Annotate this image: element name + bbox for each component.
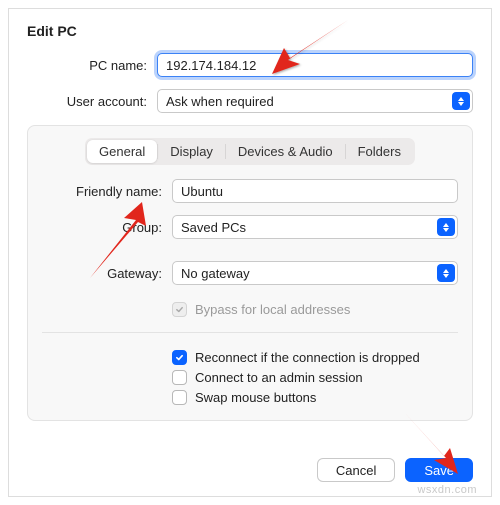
pc-name-label: PC name:	[27, 58, 157, 73]
gateway-select[interactable]: No gateway	[172, 261, 458, 285]
swap-label: Swap mouse buttons	[195, 390, 316, 405]
pc-name-input[interactable]	[157, 53, 473, 77]
gateway-label: Gateway:	[42, 266, 172, 281]
stepper-icon	[437, 218, 455, 236]
sheet-title: Edit PC	[27, 23, 473, 39]
admin-label: Connect to an admin session	[195, 370, 363, 385]
group-value: Saved PCs	[181, 220, 246, 235]
reconnect-checkbox[interactable]	[172, 350, 187, 365]
edit-pc-sheet: Edit PC PC name: User account: Ask when …	[8, 8, 492, 497]
gateway-row: Gateway: No gateway	[42, 261, 458, 285]
bypass-row: Bypass for local addresses	[42, 297, 458, 322]
group-row: Group: Saved PCs	[42, 215, 458, 239]
bypass-checkbox	[172, 302, 187, 317]
admin-checkbox[interactable]	[172, 370, 187, 385]
user-account-row: User account: Ask when required	[27, 89, 473, 113]
user-account-select[interactable]: Ask when required	[157, 89, 473, 113]
user-account-label: User account:	[27, 94, 157, 109]
friendly-name-value: Ubuntu	[181, 184, 223, 199]
stepper-icon	[452, 92, 470, 110]
tab-bar: General Display Devices & Audio Folders	[42, 138, 458, 165]
friendly-name-label: Friendly name:	[42, 184, 172, 199]
divider	[42, 332, 458, 333]
tab-general[interactable]: General	[87, 140, 157, 163]
tab-folders[interactable]: Folders	[346, 140, 413, 163]
footer-buttons: Cancel Save	[317, 458, 473, 482]
gateway-value: No gateway	[181, 266, 250, 281]
group-label: Group:	[42, 220, 172, 235]
tab-display[interactable]: Display	[158, 140, 225, 163]
friendly-name-input[interactable]: Ubuntu	[172, 179, 458, 203]
settings-panel: General Display Devices & Audio Folders …	[27, 125, 473, 421]
pc-name-row: PC name:	[27, 53, 473, 77]
watermark: wsxdn.com	[417, 484, 477, 496]
bypass-label: Bypass for local addresses	[195, 302, 350, 317]
reconnect-label: Reconnect if the connection is dropped	[195, 350, 420, 365]
cancel-button[interactable]: Cancel	[317, 458, 395, 482]
save-button[interactable]: Save	[405, 458, 473, 482]
group-select[interactable]: Saved PCs	[172, 215, 458, 239]
friendly-name-row: Friendly name: Ubuntu	[42, 179, 458, 203]
user-account-value: Ask when required	[166, 94, 274, 109]
stepper-icon	[437, 264, 455, 282]
options-row: Reconnect if the connection is dropped C…	[42, 345, 458, 410]
swap-checkbox[interactable]	[172, 390, 187, 405]
tab-devices-audio[interactable]: Devices & Audio	[226, 140, 345, 163]
